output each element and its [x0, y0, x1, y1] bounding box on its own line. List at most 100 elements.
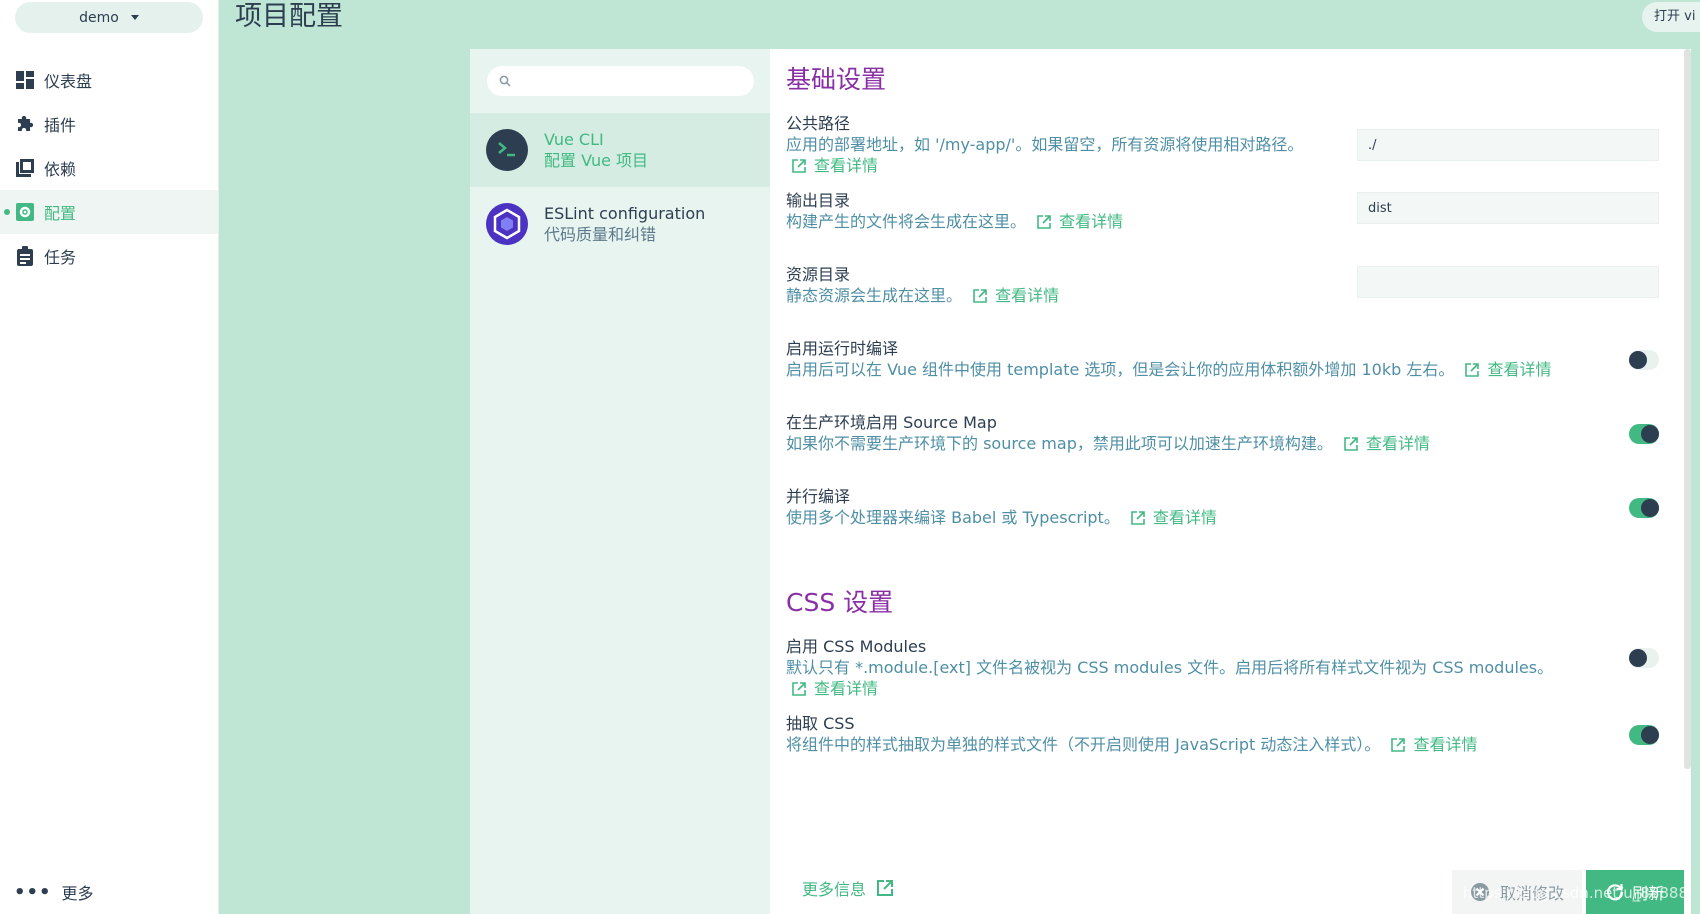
config-panel: Vue CLI 配置 Vue 项目 ESLint configuration 代…	[470, 49, 1691, 914]
prompt-name: 资源目录	[786, 265, 851, 284]
puzzle-icon	[14, 113, 36, 135]
details-link[interactable]: 查看详情	[1465, 360, 1551, 379]
more-button[interactable]: ••• 更多	[14, 878, 94, 906]
toggle-knob	[1629, 351, 1647, 369]
prompt-name: 公共路径	[786, 114, 851, 133]
details-link-label: 查看详情	[814, 156, 879, 175]
public-path-input[interactable]	[1357, 129, 1659, 161]
plugin-name: Vue CLI	[544, 130, 604, 149]
toggle-knob	[1641, 499, 1659, 517]
sidebar-item-dependencies[interactable]: 依赖	[0, 146, 218, 190]
prompt-desc-text: 将组件中的样式抽取为单独的样式文件（不开启则使用 JavaScript 动态注入…	[786, 735, 1381, 754]
open-in-new-icon	[973, 289, 987, 303]
details-link[interactable]: 查看详情	[973, 286, 1059, 305]
details-link-label: 查看详情	[1152, 508, 1217, 527]
open-in-new-icon	[792, 159, 806, 173]
clipboard-icon	[14, 245, 36, 267]
prompt-parallel: 并行编译 使用多个处理器来编译 Babel 或 Typescript。 查看详情	[786, 486, 1675, 546]
open-in-editor-button[interactable]: 打开 vi	[1642, 2, 1700, 32]
details-link-label: 查看详情	[1059, 212, 1124, 231]
open-in-new-icon	[792, 682, 806, 696]
main-area: 项目配置 打开 vi Vue CLI 配置 Vue 项目 ESLint conf…	[219, 0, 1700, 914]
open-in-new-icon	[1344, 437, 1358, 451]
library-books-icon	[14, 157, 36, 179]
more-info-label: 更多信息	[802, 880, 867, 899]
prompt-desc-text: 默认只有 *.module.[ext] 文件名被视为 CSS modules 文…	[786, 658, 1554, 677]
parallel-toggle[interactable]	[1629, 498, 1659, 518]
plugin-item-vue-cli[interactable]: Vue CLI 配置 Vue 项目	[470, 113, 770, 187]
footer-actions: 更多信息 取消修改 刷新	[770, 854, 1691, 914]
source-map-toggle[interactable]	[1629, 424, 1659, 444]
css-modules-toggle[interactable]	[1629, 648, 1659, 668]
settings-app-icon	[14, 201, 36, 223]
refresh-icon	[1606, 884, 1624, 901]
sidebar-item-plugins[interactable]: 插件	[0, 102, 218, 146]
section-title-css: CSS 设置	[786, 588, 894, 617]
open-in-new-icon	[1131, 511, 1145, 525]
plugin-item-eslint[interactable]: ESLint configuration 代码质量和纠错	[470, 187, 770, 261]
prompt-desc: 构建产生的文件将会生成在这里。 查看详情	[786, 211, 1365, 232]
prompt-assets-dir: 资源目录 静态资源会生成在这里。 查看详情	[786, 264, 1675, 324]
details-link[interactable]: 查看详情	[792, 679, 878, 698]
project-selector[interactable]: demo	[15, 2, 203, 33]
details-link[interactable]: 查看详情	[792, 156, 878, 175]
sidebar-item-label: 插件	[44, 116, 77, 135]
plugin-list: Vue CLI 配置 Vue 项目 ESLint configuration 代…	[470, 49, 770, 914]
dashboard-icon	[14, 69, 36, 91]
details-link[interactable]: 查看详情	[1391, 735, 1478, 754]
details-link-label: 查看详情	[995, 286, 1060, 305]
output-dir-input[interactable]	[1357, 192, 1659, 224]
search-icon	[499, 75, 511, 87]
sidebar-item-label: 仪表盘	[44, 72, 93, 91]
plugin-name: ESLint configuration	[544, 204, 706, 223]
prompt-desc: 将组件中的样式抽取为单独的样式文件（不开启则使用 JavaScript 动态注入…	[786, 734, 1585, 755]
sidebar-item-dashboard[interactable]: 仪表盘	[0, 58, 218, 102]
plugin-desc: 代码质量和纠错	[544, 225, 657, 244]
prompt-desc-text: 静态资源会生成在这里。	[786, 286, 963, 305]
section-title-basic: 基础设置	[786, 65, 887, 94]
sidebar-item-label: 依赖	[44, 160, 77, 179]
open-in-new-icon	[1391, 738, 1406, 752]
sidebar-item-label: 任务	[44, 248, 77, 267]
prompt-desc: 静态资源会生成在这里。 查看详情	[786, 285, 1365, 306]
more-info-link[interactable]: 更多信息	[802, 876, 894, 900]
prompt-name: 输出目录	[786, 191, 851, 210]
details-link[interactable]: 查看详情	[1037, 212, 1123, 231]
assets-dir-input[interactable]	[1357, 266, 1659, 298]
runtime-compiler-toggle[interactable]	[1629, 350, 1659, 370]
refresh-button[interactable]: 刷新	[1586, 870, 1684, 914]
details-link[interactable]: 查看详情	[1344, 434, 1430, 453]
cancel-changes-button[interactable]: 取消修改	[1452, 870, 1582, 914]
prompt-desc: 如果你不需要生产环境下的 source map，禁用此项可以加速生产环境构建。 …	[786, 433, 1585, 454]
prompt-desc: 默认只有 *.module.[ext] 文件名被视为 CSS modules 文…	[786, 657, 1585, 699]
prompt-extract-css: 抽取 CSS 将组件中的样式抽取为单独的样式文件（不开启则使用 JavaScri…	[786, 713, 1675, 773]
caret-down-icon	[130, 15, 139, 20]
prompt-desc-text: 使用多个处理器来编译 Babel 或 Typescript。	[786, 508, 1120, 527]
prompt-desc: 使用多个处理器来编译 Babel 或 Typescript。 查看详情	[786, 507, 1585, 528]
prompt-name: 抽取 CSS	[786, 714, 855, 733]
prompt-source-map: 在生产环境启用 Source Map 如果你不需要生产环境下的 source m…	[786, 412, 1675, 472]
toggle-knob	[1641, 726, 1659, 744]
prompt-name: 在生产环境启用 Source Map	[786, 413, 997, 432]
sidebar-item-tasks[interactable]: 任务	[0, 234, 218, 278]
sidebar-item-config[interactable]: 配置	[0, 190, 218, 234]
prompt-desc: 应用的部署地址，如 '/my-app/'。如果留空，所有资源将使用相对路径。 查…	[786, 134, 1365, 176]
prompt-name: 启用 CSS Modules	[786, 637, 927, 656]
open-in-new-icon	[1037, 215, 1051, 229]
details-link-label: 查看详情	[1487, 360, 1552, 379]
scrollbar[interactable]	[1684, 49, 1691, 769]
config-content: 基础设置 公共路径 应用的部署地址，如 '/my-app/'。如果留空，所有资源…	[770, 49, 1691, 914]
prompt-name: 启用运行时编译	[786, 339, 899, 358]
prompt-output-dir: 输出目录 构建产生的文件将会生成在这里。 查看详情	[786, 190, 1675, 250]
extract-css-toggle[interactable]	[1629, 725, 1659, 745]
search-box[interactable]	[487, 66, 754, 96]
more-dots-icon: •••	[14, 881, 52, 903]
search-input[interactable]	[519, 73, 749, 89]
sidebar-item-label: 配置	[44, 204, 77, 223]
page-title: 项目配置	[235, 1, 343, 32]
details-link-label: 查看详情	[1365, 434, 1430, 453]
details-link[interactable]: 查看详情	[1131, 508, 1217, 527]
refresh-label: 刷新	[1631, 884, 1664, 903]
sidebar-nav: 仪表盘 插件 依赖 配置 任务	[0, 58, 218, 278]
prompt-desc-text: 如果你不需要生产环境下的 source map，禁用此项可以加速生产环境构建。	[786, 434, 1333, 453]
